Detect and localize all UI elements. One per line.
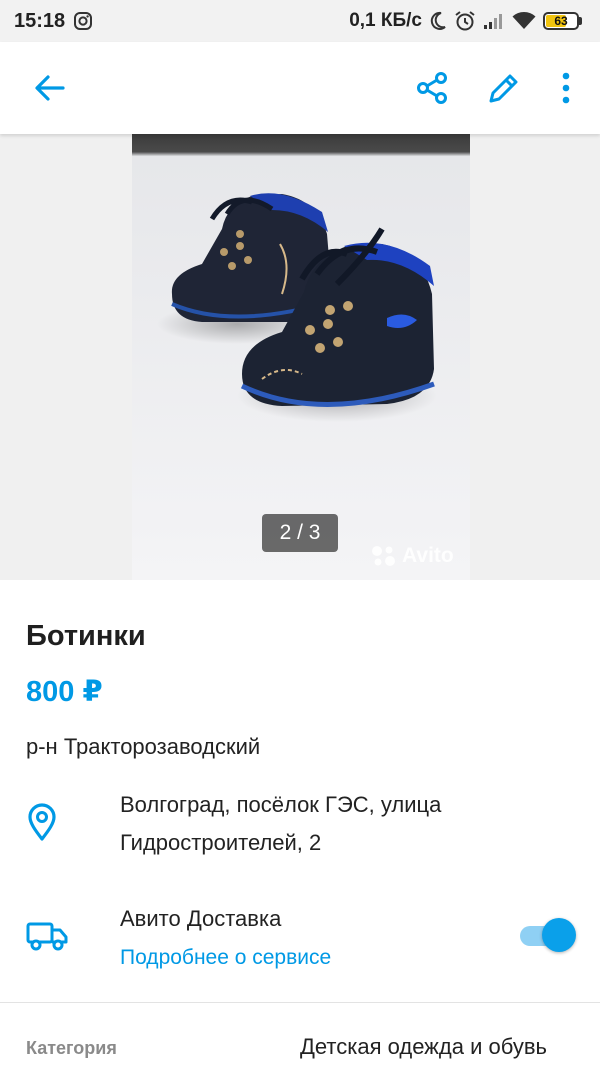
divider <box>0 1002 600 1003</box>
watermark-text: Avito <box>402 544 454 567</box>
network-speed: 0,1 КБ/с <box>349 10 422 31</box>
status-right: 0,1 КБ/с 63 <box>349 10 582 32</box>
delivery-info-link[interactable]: Подробнее о сервисе <box>120 946 331 970</box>
delivery-truck-icon <box>26 922 68 951</box>
category-label: Категория <box>26 1038 117 1058</box>
status-left: 15:18 <box>14 10 93 33</box>
delivery-row: Авито Доставка Подробнее о сервисе <box>0 906 600 976</box>
more-button[interactable] <box>546 58 586 118</box>
status-time: 15:18 <box>14 9 66 32</box>
location-pin-icon <box>28 803 56 841</box>
moon-icon <box>429 11 447 31</box>
toggle-knob <box>542 918 576 952</box>
avito-logo-icon <box>372 546 395 566</box>
status-bar: 15:18 0,1 КБ/с 63 <box>0 0 600 42</box>
address-line-2: Гидростроителей, 2 <box>120 830 322 855</box>
avito-watermark: Avito <box>370 544 454 568</box>
address-line-1: Волгоград, посёлок ГЭС, улица <box>120 792 442 817</box>
toolbar <box>0 42 600 134</box>
back-arrow-icon <box>35 75 65 101</box>
delivery-title: Авито Доставка <box>120 906 282 931</box>
more-vertical-icon <box>562 72 570 104</box>
edit-button[interactable] <box>474 58 534 118</box>
photo-counter: 2 / 3 <box>262 514 338 552</box>
instagram-icon <box>73 11 93 31</box>
wifi-icon <box>512 12 536 30</box>
battery-icon: 63 <box>543 12 582 30</box>
listing-title: Ботинки <box>26 620 146 652</box>
category-value: Детская одежда и обувь <box>300 1034 547 1059</box>
signal-icon <box>483 12 505 30</box>
back-button[interactable] <box>20 58 80 118</box>
toolbar-actions <box>402 58 586 118</box>
battery-level: 63 <box>554 14 568 28</box>
edit-pencil-icon <box>489 74 518 103</box>
share-button[interactable] <box>402 58 462 118</box>
alarm-icon <box>454 10 476 32</box>
listing-district: р-н Тракторозаводский <box>26 734 261 759</box>
share-icon <box>417 72 447 104</box>
listing-price: 800 ₽ <box>26 676 103 708</box>
delivery-toggle[interactable] <box>520 918 576 952</box>
